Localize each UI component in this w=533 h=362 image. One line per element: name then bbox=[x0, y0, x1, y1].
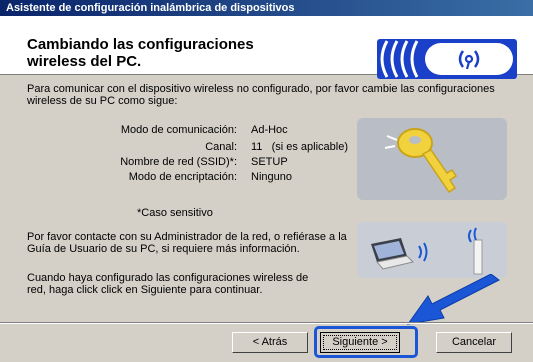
key-illustration-panel bbox=[357, 118, 507, 200]
intro-text: Para comunicar con el dispositivo wirele… bbox=[27, 83, 495, 107]
next-button[interactable]: Siguiente > bbox=[320, 332, 400, 353]
back-button[interactable]: < Atrás bbox=[232, 332, 308, 353]
wireless-logo-icon bbox=[377, 39, 517, 79]
network-illustration bbox=[371, 227, 483, 275]
setting-label: Nombre de red (SSID)*: bbox=[120, 156, 237, 168]
page-title: Cambiando las configuraciones wireless d… bbox=[27, 36, 254, 70]
setting-value: Ad-Hoc bbox=[251, 124, 288, 136]
setting-value: Ninguno bbox=[251, 171, 292, 183]
cancel-button[interactable]: Cancelar bbox=[436, 332, 512, 353]
setting-label: Modo de encriptación: bbox=[128, 171, 237, 183]
signal-waves-icon bbox=[418, 242, 428, 262]
key-icon bbox=[384, 128, 458, 194]
button-separator bbox=[0, 322, 533, 324]
window-title: Asistente de configuración inalámbrica d… bbox=[0, 0, 533, 16]
case-note: *Caso sensitivo bbox=[137, 207, 213, 219]
access-point-icon bbox=[468, 227, 483, 275]
continue-text: Cuando haya configurado las configuracio… bbox=[27, 272, 309, 296]
setting-label: Canal: bbox=[205, 141, 237, 153]
network-illustration-panel bbox=[357, 222, 507, 278]
setting-label: Modo de comunicación: bbox=[120, 124, 237, 136]
setting-value: SETUP bbox=[251, 156, 288, 168]
header-panel: Cambiando las configuraciones wireless d… bbox=[0, 16, 533, 79]
contact-text: Por favor contacte con su Administrador … bbox=[27, 231, 347, 255]
laptop-icon bbox=[371, 238, 414, 270]
setting-value: 11 (si es aplicable) bbox=[251, 141, 349, 153]
